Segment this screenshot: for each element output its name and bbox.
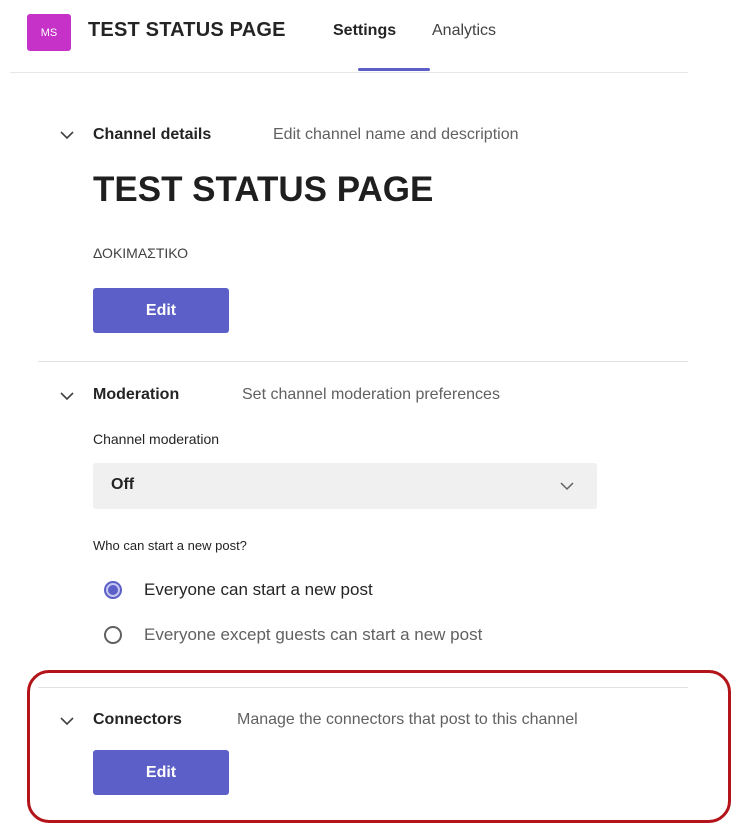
channel-description: ΔΟΚΙΜΑΣΤΙΚΟ bbox=[93, 245, 189, 261]
radio-unselected-icon[interactable] bbox=[104, 626, 122, 644]
team-avatar: MS bbox=[27, 14, 71, 51]
header-divider bbox=[10, 72, 688, 73]
radio-everyone[interactable]: Everyone can start a new post bbox=[104, 578, 373, 602]
section-title-connectors[interactable]: Connectors bbox=[93, 711, 182, 729]
section-desc-channel-details: Edit channel name and description bbox=[273, 126, 519, 143]
tab-settings[interactable]: Settings bbox=[333, 22, 396, 40]
channel-name: TEST STATUS PAGE bbox=[93, 170, 434, 209]
radio-everyone-except-guests[interactable]: Everyone except guests can start a new p… bbox=[104, 623, 482, 647]
section-title-moderation[interactable]: Moderation bbox=[93, 386, 179, 404]
channel-moderation-value: Off bbox=[111, 476, 135, 493]
active-tab-indicator bbox=[358, 68, 430, 71]
channel-moderation-dropdown[interactable]: Off bbox=[93, 463, 597, 509]
section-desc-connectors: Manage the connectors that post to this … bbox=[237, 711, 578, 728]
radio-everyone-except-guests-label: Everyone except guests can start a new p… bbox=[144, 625, 483, 644]
edit-channel-button[interactable]: Edit bbox=[93, 288, 229, 333]
channel-moderation-label: Channel moderation bbox=[93, 431, 220, 447]
radio-selected-icon[interactable] bbox=[104, 581, 122, 599]
section-desc-moderation: Set channel moderation preferences bbox=[242, 386, 500, 403]
edit-connectors-button[interactable]: Edit bbox=[93, 750, 229, 795]
team-name: TEST STATUS PAGE bbox=[88, 19, 286, 41]
chevron-down-icon[interactable] bbox=[58, 129, 76, 141]
team-avatar-initials: MS bbox=[40, 26, 58, 39]
tab-analytics[interactable]: Analytics bbox=[432, 22, 496, 40]
chevron-down-icon[interactable] bbox=[58, 390, 76, 402]
section-divider bbox=[38, 361, 688, 362]
chevron-down-icon bbox=[560, 482, 574, 491]
app-header: MS TEST STATUS PAGE Settings Analytics bbox=[0, 0, 731, 74]
section-title-channel-details[interactable]: Channel details bbox=[93, 126, 211, 144]
connectors-highlight-box bbox=[27, 670, 731, 823]
post-permission-label: Who can start a new post? bbox=[93, 538, 247, 553]
chevron-down-icon[interactable] bbox=[58, 715, 76, 727]
radio-everyone-label: Everyone can start a new post bbox=[144, 580, 373, 599]
